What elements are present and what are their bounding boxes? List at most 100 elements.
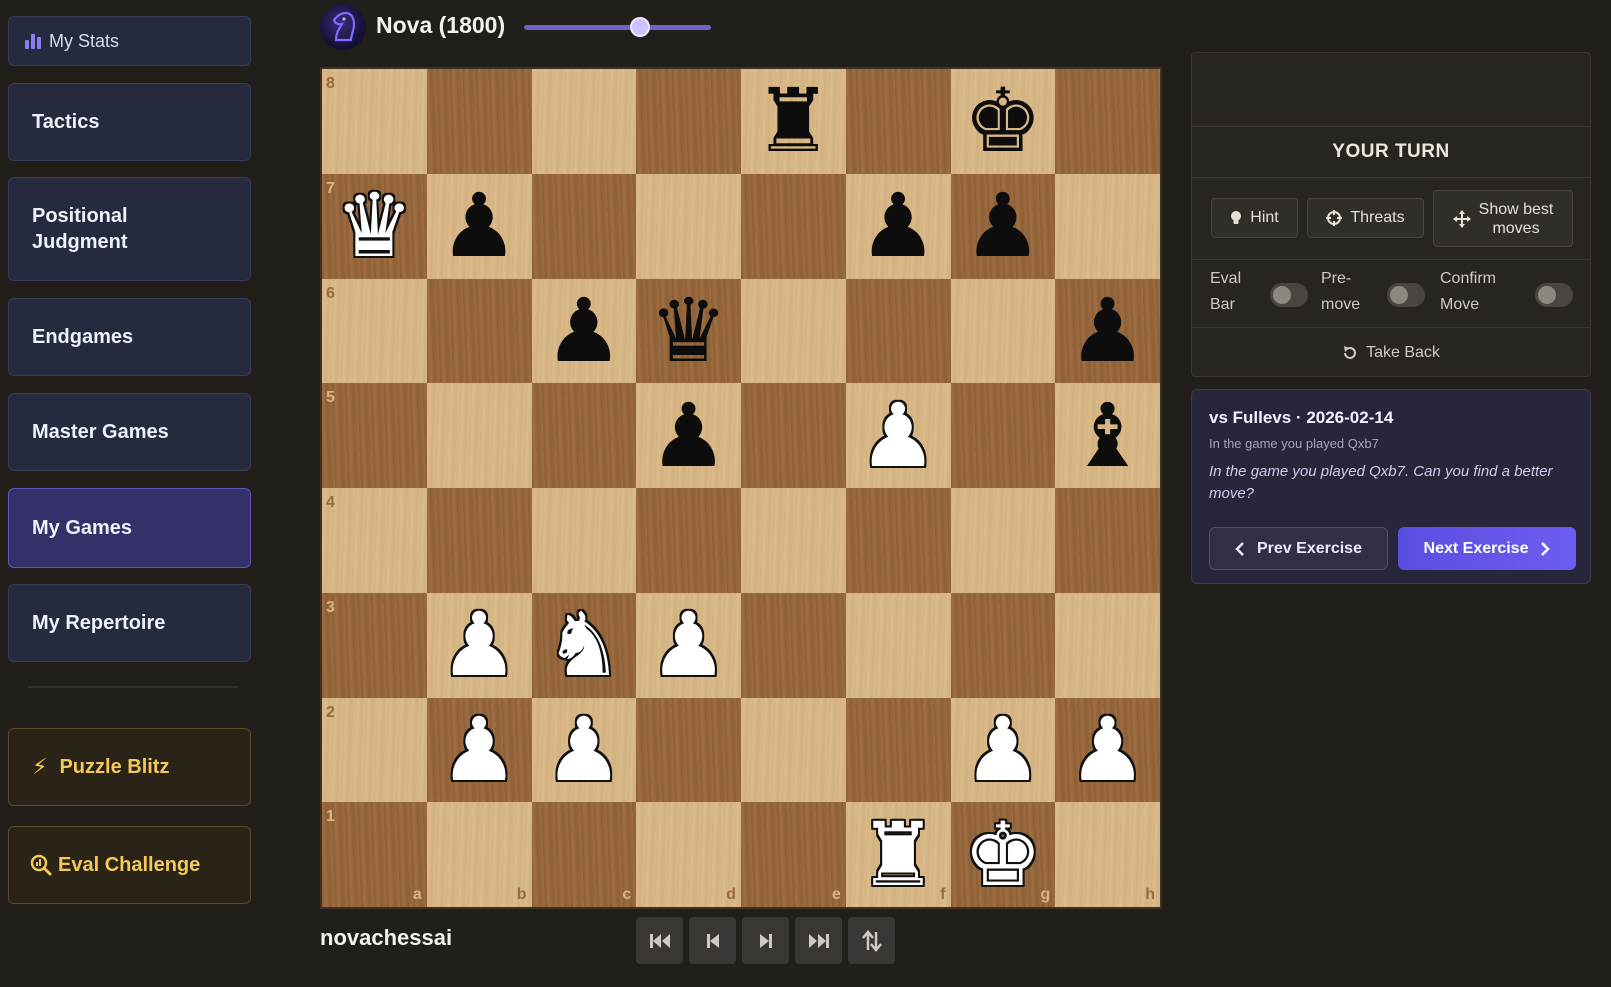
square-b4[interactable] [426, 488, 532, 593]
square-a7[interactable]: 7 ♛ [322, 173, 427, 279]
white-pawn-piece[interactable]: ♟ [1055, 698, 1160, 803]
square-a1[interactable]: 1a [322, 802, 427, 907]
square-e3[interactable] [741, 592, 846, 698]
square-c4[interactable] [531, 488, 637, 593]
square-a5[interactable]: 5 [322, 383, 427, 488]
square-h5[interactable]: ♝ [1055, 383, 1160, 488]
square-a2[interactable]: 2 [322, 697, 427, 803]
square-e5[interactable] [741, 383, 846, 488]
black-queen-piece[interactable]: ♛ [636, 279, 741, 384]
slider-thumb[interactable] [629, 17, 650, 37]
sidebar-item-master-games[interactable]: Master Games [8, 393, 251, 471]
square-f3[interactable] [845, 592, 951, 698]
sidebar-item-my-repertoire[interactable]: My Repertoire [8, 584, 251, 662]
square-b2[interactable]: ♟ [426, 697, 532, 803]
square-e6[interactable] [741, 278, 846, 384]
eval-bar-toggle[interactable] [1270, 283, 1308, 307]
my-stats-button[interactable]: My Stats [8, 16, 251, 66]
square-e1[interactable]: e [741, 802, 846, 907]
square-f8[interactable] [845, 69, 951, 174]
square-c6[interactable]: ♟ [531, 278, 637, 384]
square-f4[interactable] [845, 488, 951, 593]
square-e4[interactable] [741, 488, 846, 593]
square-c1[interactable]: c [531, 802, 637, 907]
square-f7[interactable]: ♟ [845, 173, 951, 279]
black-pawn-piece[interactable]: ♟ [846, 174, 951, 279]
square-f2[interactable] [845, 697, 951, 803]
square-b7[interactable]: ♟ [426, 173, 532, 279]
square-e7[interactable] [741, 173, 846, 279]
puzzle-blitz-button[interactable]: ⚡ Puzzle Blitz [8, 728, 251, 806]
square-d6[interactable]: ♛ [636, 278, 741, 384]
first-move-button[interactable] [636, 917, 683, 964]
square-g2[interactable]: ♟ [950, 697, 1056, 803]
square-f1[interactable]: f ♜ [845, 802, 951, 907]
square-g4[interactable] [950, 488, 1056, 593]
square-b1[interactable]: b [426, 802, 532, 907]
square-g3[interactable] [950, 592, 1056, 698]
white-pawn-piece[interactable]: ♟ [636, 593, 741, 698]
white-pawn-piece[interactable]: ♟ [951, 698, 1056, 803]
sidebar-item-my-games[interactable]: My Games [8, 488, 251, 568]
square-b5[interactable] [426, 383, 532, 488]
square-a3[interactable]: 3 [322, 592, 427, 698]
last-move-button[interactable] [795, 917, 842, 964]
black-pawn-piece[interactable]: ♟ [532, 279, 637, 384]
square-h1[interactable]: h [1055, 802, 1160, 907]
show-best-moves-button[interactable]: Show best moves [1433, 190, 1573, 247]
black-pawn-piece[interactable]: ♟ [427, 174, 532, 279]
engine-strength-slider[interactable] [524, 17, 711, 37]
square-c2[interactable]: ♟ [531, 697, 637, 803]
square-d8[interactable] [636, 69, 741, 174]
prev-exercise-button[interactable]: Prev Exercise [1209, 527, 1388, 570]
white-knight-piece[interactable]: ♞ [532, 593, 637, 698]
square-h6[interactable]: ♟ [1055, 278, 1160, 384]
white-queen-piece[interactable]: ♛ [322, 174, 427, 279]
white-pawn-piece[interactable]: ♟ [427, 593, 532, 698]
white-pawn-piece[interactable]: ♟ [846, 383, 951, 488]
square-f5[interactable]: ♟ [845, 383, 951, 488]
eval-challenge-button[interactable]: Eval Challenge [8, 826, 251, 904]
square-a6[interactable]: 6 [322, 278, 427, 384]
black-pawn-piece[interactable]: ♟ [1055, 279, 1160, 384]
square-d4[interactable] [636, 488, 741, 593]
square-h2[interactable]: ♟ [1055, 697, 1160, 803]
square-d5[interactable]: ♟ [636, 383, 741, 488]
square-c5[interactable] [531, 383, 637, 488]
take-back-button[interactable]: Take Back [1192, 328, 1590, 378]
next-exercise-button[interactable]: Next Exercise [1398, 527, 1576, 570]
square-d7[interactable] [636, 173, 741, 279]
black-king-piece[interactable]: ♚ [951, 69, 1056, 174]
square-h3[interactable] [1055, 592, 1160, 698]
square-c8[interactable] [531, 69, 637, 174]
square-b6[interactable] [426, 278, 532, 384]
square-h4[interactable] [1055, 488, 1160, 593]
black-bishop-piece[interactable]: ♝ [1055, 383, 1160, 488]
square-c3[interactable]: ♞ [531, 592, 637, 698]
square-b8[interactable] [426, 69, 532, 174]
square-e2[interactable] [741, 697, 846, 803]
square-h7[interactable] [1055, 173, 1160, 279]
black-pawn-piece[interactable]: ♟ [636, 383, 741, 488]
square-g6[interactable] [950, 278, 1056, 384]
next-move-button[interactable] [742, 917, 789, 964]
prev-move-button[interactable] [689, 917, 736, 964]
flip-board-button[interactable] [848, 917, 895, 964]
sidebar-item-tactics[interactable]: Tactics [8, 83, 251, 161]
square-d3[interactable]: ♟ [636, 592, 741, 698]
premove-toggle[interactable] [1387, 283, 1425, 307]
black-pawn-piece[interactable]: ♟ [951, 174, 1056, 279]
square-h8[interactable] [1055, 69, 1160, 174]
square-d1[interactable]: d [636, 802, 741, 907]
square-g1[interactable]: g ♚ [950, 802, 1056, 907]
confirm-move-toggle[interactable] [1535, 283, 1573, 307]
hint-button[interactable]: Hint [1211, 198, 1298, 238]
square-g8[interactable]: ♚ [950, 69, 1056, 174]
square-c7[interactable] [531, 173, 637, 279]
white-rook-piece[interactable]: ♜ [846, 802, 951, 907]
square-a4[interactable]: 4 [322, 488, 427, 593]
square-g7[interactable]: ♟ [950, 173, 1056, 279]
square-b3[interactable]: ♟ [426, 592, 532, 698]
white-pawn-piece[interactable]: ♟ [427, 698, 532, 803]
threats-button[interactable]: Threats [1307, 198, 1424, 238]
